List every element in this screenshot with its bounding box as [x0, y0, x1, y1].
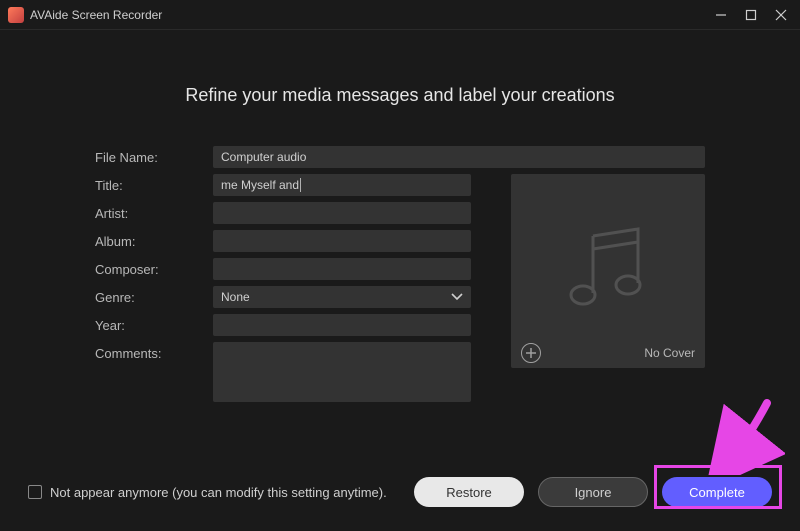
titlebar: AVAide Screen Recorder [0, 0, 800, 30]
minimize-button[interactable] [714, 8, 728, 22]
page-heading: Refine your media messages and label you… [95, 85, 705, 106]
restore-button[interactable]: Restore [414, 477, 524, 507]
genre-select[interactable]: None [213, 286, 471, 308]
year-input[interactable] [213, 314, 471, 336]
title-input[interactable]: me Myself and [213, 174, 471, 196]
ignore-button[interactable]: Ignore [538, 477, 648, 507]
artist-input[interactable] [213, 202, 471, 224]
app-title: AVAide Screen Recorder [30, 8, 162, 22]
comments-input[interactable] [213, 342, 471, 402]
label-title: Title: [95, 174, 213, 193]
label-year: Year: [95, 314, 213, 333]
add-cover-button[interactable] [521, 343, 541, 363]
album-input[interactable] [213, 230, 471, 252]
label-file-name: File Name: [95, 146, 213, 165]
label-genre: Genre: [95, 286, 213, 305]
close-button[interactable] [774, 8, 788, 22]
label-comments: Comments: [95, 342, 213, 361]
file-name-input[interactable] [213, 146, 705, 168]
music-note-icon [558, 221, 658, 321]
label-artist: Artist: [95, 202, 213, 221]
label-composer: Composer: [95, 258, 213, 277]
not-appear-checkbox[interactable] [28, 485, 42, 499]
chevron-down-icon [451, 290, 463, 304]
label-album: Album: [95, 230, 213, 249]
cover-art-box: No Cover [511, 174, 705, 368]
complete-button[interactable]: Complete [662, 477, 772, 507]
checkbox-label: Not appear anymore (you can modify this … [50, 485, 387, 500]
app-logo [8, 7, 24, 23]
maximize-button[interactable] [744, 8, 758, 22]
genre-value: None [221, 290, 250, 304]
no-cover-label: No Cover [644, 346, 695, 360]
composer-input[interactable] [213, 258, 471, 280]
